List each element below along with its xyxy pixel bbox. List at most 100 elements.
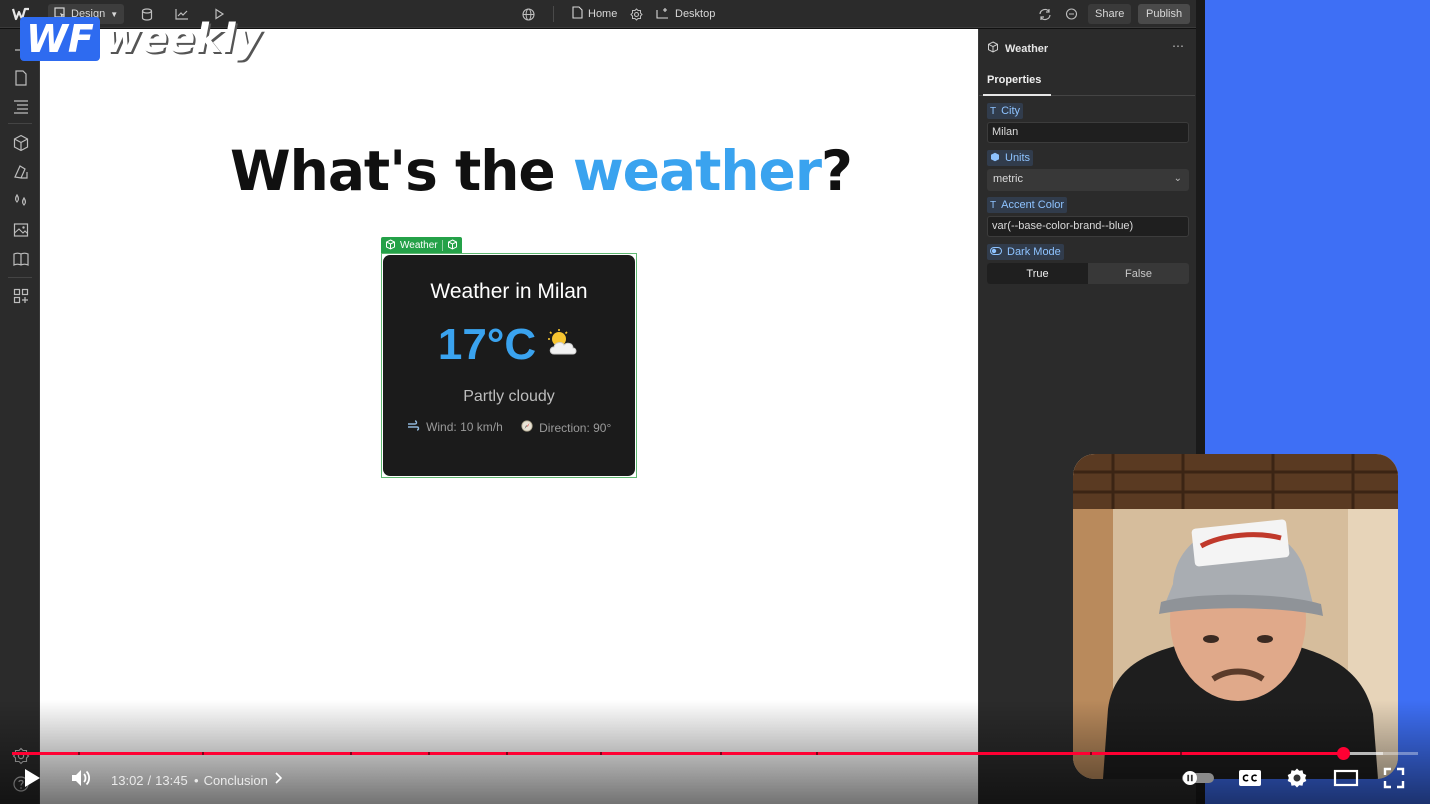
more-options-icon[interactable]: ⋯ [1172, 39, 1184, 53]
component-tag-label: Weather [400, 240, 438, 251]
rail-divider [8, 123, 32, 124]
chapter-marker [202, 752, 204, 755]
chevron-down-icon: ⌄ [1173, 173, 1182, 184]
active-tab-indicator [983, 94, 1051, 96]
text-type-icon: T [990, 199, 997, 211]
wind-detail: Wind: 10 km/h [407, 420, 503, 435]
units-prop-label[interactable]: Units [987, 150, 1034, 166]
direction-text: Direction: 90° [539, 421, 612, 435]
selected-component-tag[interactable]: Weather [381, 237, 462, 254]
weather-condition: Partly cloudy [463, 388, 555, 405]
breakpoint-selector[interactable]: Desktop [656, 4, 715, 24]
temperature-row: 17°C [383, 320, 635, 370]
variant-cube-icon [990, 152, 1000, 165]
page-headline[interactable]: What's the weather? [230, 139, 853, 203]
gear-icon [627, 5, 645, 23]
autoplay-pause-icon [1181, 770, 1215, 791]
chapter-marker [816, 752, 818, 755]
assets-icon[interactable] [12, 221, 30, 239]
chapter-marker [600, 752, 602, 755]
dark-mode-toggle[interactable]: True False [987, 263, 1189, 284]
dark-mode-false-option[interactable]: False [1088, 263, 1189, 284]
comments-button[interactable] [1062, 4, 1080, 24]
style-selectors-icon[interactable] [12, 163, 30, 181]
volume-button[interactable] [70, 766, 94, 794]
chapter-marker [1090, 752, 1092, 755]
share-button[interactable]: Share [1088, 4, 1132, 24]
globe-icon [519, 5, 537, 23]
edit-component-icon[interactable] [447, 238, 458, 253]
tab-properties[interactable]: Properties [987, 74, 1041, 86]
desktop-breakpoint-icon [656, 7, 670, 22]
units-label-text: Units [1005, 152, 1031, 164]
city-label-text: City [1001, 105, 1021, 117]
panel-component-name: Weather [1005, 42, 1049, 55]
weather-details: Wind: 10 km/h Direction: 90° [383, 420, 635, 435]
apps-icon[interactable] [12, 287, 30, 305]
autoplay-toggle[interactable] [1181, 766, 1215, 794]
time-display: 13:02 / 13:45 [111, 766, 188, 794]
left-toolbar [0, 29, 40, 804]
navigator-icon[interactable] [12, 97, 30, 115]
gear-icon [1286, 767, 1308, 794]
fullscreen-icon [1383, 767, 1405, 794]
headline-accent-word: weather [572, 139, 822, 203]
sun-behind-cloud-icon [546, 328, 580, 363]
current-time: 13:02 [111, 772, 144, 788]
settings-button[interactable] [1286, 766, 1308, 794]
headline-prefix: What's the [230, 139, 573, 203]
design-canvas[interactable]: What's the weather? Weather Weather in M… [40, 29, 978, 804]
closed-captions-icon [1238, 769, 1262, 792]
publish-button[interactable]: Publish [1138, 4, 1191, 24]
direction-detail: Direction: 90° [521, 420, 612, 435]
headline-suffix: ? [820, 139, 853, 203]
duration: 13:45 [155, 772, 188, 788]
comment-icon [1062, 5, 1080, 23]
page-settings-button[interactable] [627, 4, 645, 24]
accent-color-input[interactable]: var(--base-color-brand--blue) [987, 216, 1189, 237]
accent-label-text: Accent Color [1001, 199, 1065, 211]
toggle-icon [990, 246, 1002, 258]
text-type-icon: T [990, 105, 997, 117]
locale-button[interactable] [519, 4, 537, 24]
volume-icon [70, 768, 94, 793]
play-button[interactable] [22, 766, 42, 794]
played-bar [12, 752, 1344, 755]
dark-mode-prop-label[interactable]: Dark Mode [987, 244, 1064, 260]
chevron-right-icon [274, 771, 283, 789]
dark-mode-label-text: Dark Mode [1007, 246, 1061, 258]
progress-bar[interactable] [12, 752, 1418, 755]
variables-icon[interactable] [12, 192, 30, 210]
units-select[interactable]: metric ⌄ [987, 169, 1189, 191]
city-input[interactable]: Milan [987, 122, 1189, 143]
weekly-logo-text: weekly [103, 16, 262, 62]
chapter-marker [506, 752, 508, 755]
chapter-marker [78, 752, 80, 755]
compass-icon [521, 420, 536, 435]
library-book-icon[interactable] [12, 250, 30, 268]
page-selector[interactable]: Home [572, 4, 617, 24]
captions-button[interactable] [1238, 766, 1262, 794]
weather-card[interactable]: Weather in Milan 17°C Partly cloudy Wind… [383, 255, 635, 476]
pages-icon[interactable] [12, 69, 30, 87]
component-icon [385, 238, 396, 253]
weather-card-title: Weather in Milan [430, 280, 588, 303]
fullscreen-button[interactable] [1383, 766, 1405, 794]
chapter-title: Conclusion [203, 772, 268, 788]
dark-mode-true-option[interactable]: True [987, 263, 1088, 284]
accent-color-prop-label[interactable]: T Accent Color [987, 197, 1068, 213]
chapter-marker [720, 752, 722, 755]
topbar-divider [553, 6, 554, 22]
theater-mode-button[interactable] [1333, 766, 1359, 794]
units-selected-value: metric [993, 173, 1023, 185]
page-label: Home [588, 8, 618, 20]
wind-icon [407, 420, 423, 434]
component-icon [987, 41, 999, 56]
time-separator: / [147, 772, 152, 788]
breakpoint-label: Desktop [675, 8, 716, 20]
chapter-button[interactable]: • Conclusion [194, 766, 283, 794]
components-icon[interactable] [12, 134, 30, 152]
sync-button[interactable] [1036, 4, 1054, 24]
page-icon [572, 6, 583, 22]
city-prop-label[interactable]: T City [987, 103, 1024, 119]
